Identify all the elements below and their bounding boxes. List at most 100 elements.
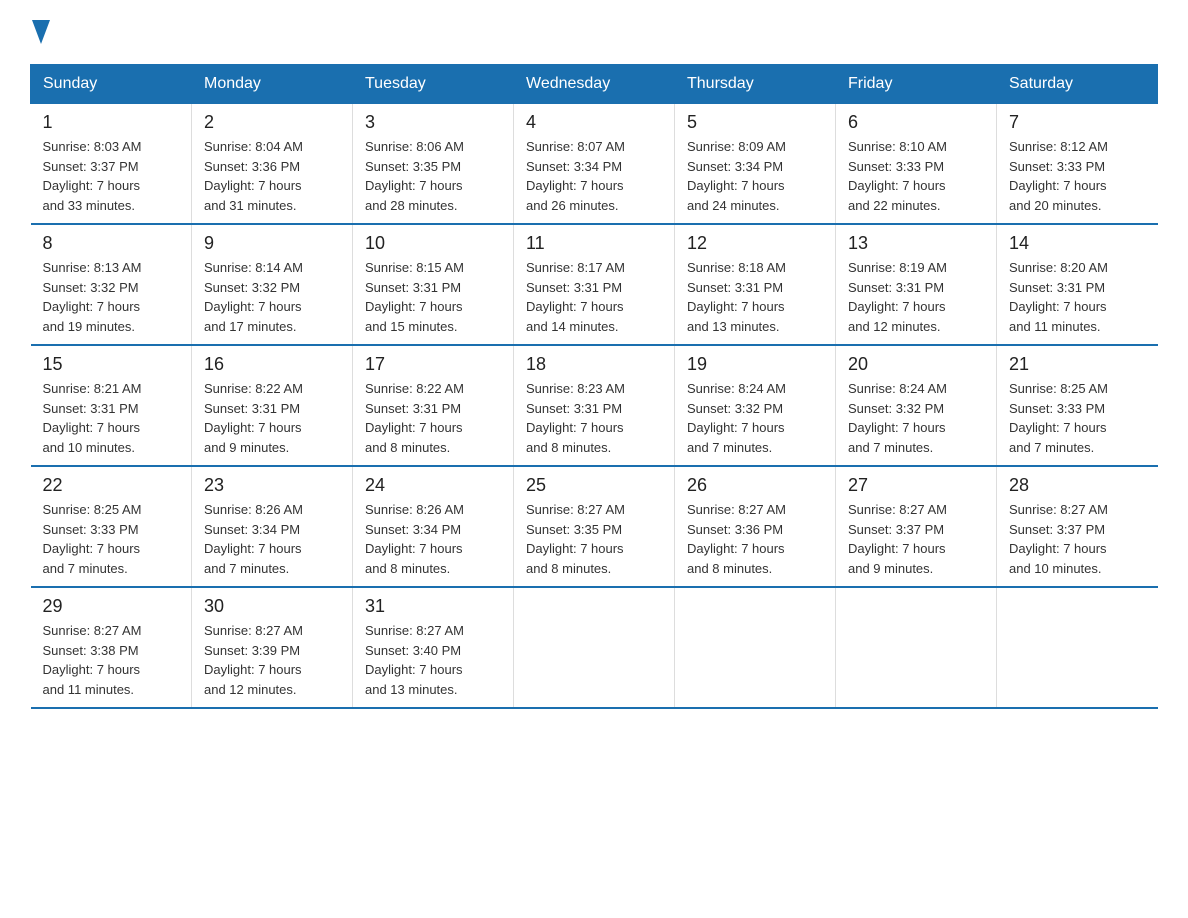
day-number: 18 — [526, 354, 662, 375]
calendar-cell: 22 Sunrise: 8:25 AM Sunset: 3:33 PM Dayli… — [31, 466, 192, 587]
calendar-cell: 31 Sunrise: 8:27 AM Sunset: 3:40 PM Dayli… — [353, 587, 514, 708]
calendar-cell — [675, 587, 836, 708]
day-info: Sunrise: 8:19 AM Sunset: 3:31 PM Dayligh… — [848, 258, 984, 336]
day-info: Sunrise: 8:13 AM Sunset: 3:32 PM Dayligh… — [43, 258, 180, 336]
day-info: Sunrise: 8:09 AM Sunset: 3:34 PM Dayligh… — [687, 137, 823, 215]
calendar-cell: 17 Sunrise: 8:22 AM Sunset: 3:31 PM Dayli… — [353, 345, 514, 466]
day-number: 3 — [365, 112, 501, 133]
calendar-cell: 24 Sunrise: 8:26 AM Sunset: 3:34 PM Dayli… — [353, 466, 514, 587]
day-number: 15 — [43, 354, 180, 375]
day-info: Sunrise: 8:26 AM Sunset: 3:34 PM Dayligh… — [204, 500, 340, 578]
header-friday: Friday — [836, 65, 997, 104]
day-info: Sunrise: 8:10 AM Sunset: 3:33 PM Dayligh… — [848, 137, 984, 215]
day-info: Sunrise: 8:26 AM Sunset: 3:34 PM Dayligh… — [365, 500, 501, 578]
calendar-week-row: 15 Sunrise: 8:21 AM Sunset: 3:31 PM Dayli… — [31, 345, 1158, 466]
calendar-cell: 11 Sunrise: 8:17 AM Sunset: 3:31 PM Dayli… — [514, 224, 675, 345]
day-number: 13 — [848, 233, 984, 254]
day-number: 16 — [204, 354, 340, 375]
calendar-cell: 23 Sunrise: 8:26 AM Sunset: 3:34 PM Dayli… — [192, 466, 353, 587]
calendar-cell: 29 Sunrise: 8:27 AM Sunset: 3:38 PM Dayli… — [31, 587, 192, 708]
day-number: 9 — [204, 233, 340, 254]
day-number: 27 — [848, 475, 984, 496]
day-number: 23 — [204, 475, 340, 496]
header-monday: Monday — [192, 65, 353, 104]
calendar-week-row: 29 Sunrise: 8:27 AM Sunset: 3:38 PM Dayli… — [31, 587, 1158, 708]
header-saturday: Saturday — [997, 65, 1158, 104]
day-number: 2 — [204, 112, 340, 133]
day-number: 31 — [365, 596, 501, 617]
calendar-cell: 4 Sunrise: 8:07 AM Sunset: 3:34 PM Daylig… — [514, 104, 675, 225]
calendar-cell: 10 Sunrise: 8:15 AM Sunset: 3:31 PM Dayli… — [353, 224, 514, 345]
calendar-cell — [836, 587, 997, 708]
calendar-cell — [514, 587, 675, 708]
calendar-cell: 5 Sunrise: 8:09 AM Sunset: 3:34 PM Daylig… — [675, 104, 836, 225]
day-info: Sunrise: 8:17 AM Sunset: 3:31 PM Dayligh… — [526, 258, 662, 336]
header-thursday: Thursday — [675, 65, 836, 104]
page-header — [30, 20, 1158, 44]
calendar-cell: 27Sunrise: 8:27 AM Sunset: 3:37 PM Dayli… — [836, 466, 997, 587]
day-number: 17 — [365, 354, 501, 375]
day-number: 7 — [1009, 112, 1146, 133]
calendar-cell: 13 Sunrise: 8:19 AM Sunset: 3:31 PM Dayli… — [836, 224, 997, 345]
day-number: 30 — [204, 596, 340, 617]
day-info: Sunrise: 8:22 AM Sunset: 3:31 PM Dayligh… — [204, 379, 340, 457]
calendar-cell: 30 Sunrise: 8:27 AM Sunset: 3:39 PM Dayli… — [192, 587, 353, 708]
calendar-cell: 25Sunrise: 8:27 AM Sunset: 3:35 PM Dayli… — [514, 466, 675, 587]
calendar-cell — [997, 587, 1158, 708]
header-tuesday: Tuesday — [353, 65, 514, 104]
day-number: 20 — [848, 354, 984, 375]
calendar-week-row: 22 Sunrise: 8:25 AM Sunset: 3:33 PM Dayli… — [31, 466, 1158, 587]
calendar-cell: 18Sunrise: 8:23 AM Sunset: 3:31 PM Dayli… — [514, 345, 675, 466]
day-number: 28 — [1009, 475, 1146, 496]
day-number: 24 — [365, 475, 501, 496]
day-info: Sunrise: 8:27 AM Sunset: 3:36 PM Dayligh… — [687, 500, 823, 578]
day-number: 11 — [526, 233, 662, 254]
header-sunday: Sunday — [31, 65, 192, 104]
day-number: 26 — [687, 475, 823, 496]
day-info: Sunrise: 8:03 AM Sunset: 3:37 PM Dayligh… — [43, 137, 180, 215]
day-info: Sunrise: 8:25 AM Sunset: 3:33 PM Dayligh… — [43, 500, 180, 578]
day-info: Sunrise: 8:04 AM Sunset: 3:36 PM Dayligh… — [204, 137, 340, 215]
logo-triangle-icon — [32, 20, 50, 44]
calendar-cell: 14Sunrise: 8:20 AM Sunset: 3:31 PM Dayli… — [997, 224, 1158, 345]
day-info: Sunrise: 8:22 AM Sunset: 3:31 PM Dayligh… — [365, 379, 501, 457]
day-info: Sunrise: 8:12 AM Sunset: 3:33 PM Dayligh… — [1009, 137, 1146, 215]
day-info: Sunrise: 8:21 AM Sunset: 3:31 PM Dayligh… — [43, 379, 180, 457]
day-number: 10 — [365, 233, 501, 254]
calendar-cell: 20Sunrise: 8:24 AM Sunset: 3:32 PM Dayli… — [836, 345, 997, 466]
calendar-cell: 26 Sunrise: 8:27 AM Sunset: 3:36 PM Dayli… — [675, 466, 836, 587]
day-number: 25 — [526, 475, 662, 496]
day-info: Sunrise: 8:07 AM Sunset: 3:34 PM Dayligh… — [526, 137, 662, 215]
day-number: 5 — [687, 112, 823, 133]
calendar-header-row: SundayMondayTuesdayWednesdayThursdayFrid… — [31, 65, 1158, 104]
calendar-cell: 19 Sunrise: 8:24 AM Sunset: 3:32 PM Dayli… — [675, 345, 836, 466]
day-info: Sunrise: 8:24 AM Sunset: 3:32 PM Dayligh… — [687, 379, 823, 457]
logo — [30, 20, 50, 44]
calendar-cell: 16 Sunrise: 8:22 AM Sunset: 3:31 PM Dayli… — [192, 345, 353, 466]
day-number: 29 — [43, 596, 180, 617]
day-number: 4 — [526, 112, 662, 133]
day-number: 19 — [687, 354, 823, 375]
day-info: Sunrise: 8:27 AM Sunset: 3:38 PM Dayligh… — [43, 621, 180, 699]
calendar-week-row: 8 Sunrise: 8:13 AM Sunset: 3:32 PM Daylig… — [31, 224, 1158, 345]
day-number: 1 — [43, 112, 180, 133]
day-info: Sunrise: 8:27 AM Sunset: 3:39 PM Dayligh… — [204, 621, 340, 699]
calendar-cell: 3Sunrise: 8:06 AM Sunset: 3:35 PM Daylig… — [353, 104, 514, 225]
calendar-cell: 28 Sunrise: 8:27 AM Sunset: 3:37 PM Dayli… — [997, 466, 1158, 587]
day-number: 22 — [43, 475, 180, 496]
day-number: 14 — [1009, 233, 1146, 254]
day-info: Sunrise: 8:27 AM Sunset: 3:37 PM Dayligh… — [1009, 500, 1146, 578]
day-number: 12 — [687, 233, 823, 254]
calendar-cell: 9 Sunrise: 8:14 AM Sunset: 3:32 PM Daylig… — [192, 224, 353, 345]
day-number: 8 — [43, 233, 180, 254]
calendar-cell: 1 Sunrise: 8:03 AM Sunset: 3:37 PM Daylig… — [31, 104, 192, 225]
day-info: Sunrise: 8:25 AM Sunset: 3:33 PM Dayligh… — [1009, 379, 1146, 457]
day-number: 21 — [1009, 354, 1146, 375]
day-info: Sunrise: 8:27 AM Sunset: 3:40 PM Dayligh… — [365, 621, 501, 699]
calendar-cell: 7 Sunrise: 8:12 AM Sunset: 3:33 PM Daylig… — [997, 104, 1158, 225]
header-wednesday: Wednesday — [514, 65, 675, 104]
day-info: Sunrise: 8:15 AM Sunset: 3:31 PM Dayligh… — [365, 258, 501, 336]
calendar-table: SundayMondayTuesdayWednesdayThursdayFrid… — [30, 64, 1158, 709]
day-info: Sunrise: 8:18 AM Sunset: 3:31 PM Dayligh… — [687, 258, 823, 336]
day-info: Sunrise: 8:14 AM Sunset: 3:32 PM Dayligh… — [204, 258, 340, 336]
